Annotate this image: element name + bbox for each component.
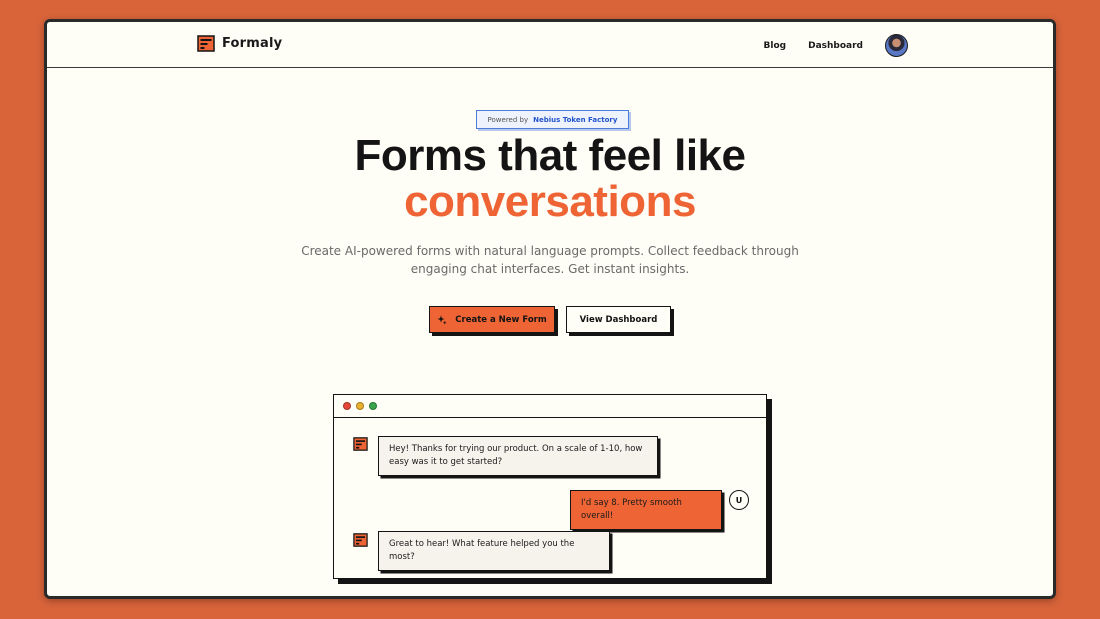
bot-avatar-icon [353, 533, 368, 547]
view-dashboard-button[interactable]: View Dashboard [566, 306, 671, 333]
hero-title: Forms that feel like conversations [47, 133, 1053, 225]
hero-subtitle: Create AI-powered forms with natural lan… [301, 244, 799, 276]
chat-preview-window: Hey! Thanks for trying our product. On a… [333, 394, 767, 579]
bot-avatar-icon [353, 437, 368, 451]
sparkle-icon [437, 315, 447, 325]
view-dashboard-label: View Dashboard [579, 314, 658, 325]
create-new-form-button[interactable]: Create a New Form [429, 306, 555, 333]
navbar: Formaly Blog Dashboard [47, 22, 1053, 68]
chat-titlebar [334, 395, 766, 418]
browser-window: Formaly Blog Dashboard Powered by Nebius… [44, 19, 1056, 599]
nav-link-blog[interactable]: Blog [764, 41, 787, 51]
chat-bubble-bot: Great to hear! What feature helped you t… [378, 531, 610, 571]
chat-message-text: Hey! Thanks for trying our product. On a… [389, 444, 643, 467]
chat-message-text: Great to hear! What feature helped you t… [389, 539, 575, 562]
brand[interactable]: Formaly [197, 35, 282, 52]
nav-link-dashboard[interactable]: Dashboard [808, 41, 863, 51]
chat-bubble-user: I'd say 8. Pretty smooth overall! [570, 490, 722, 530]
chat-user-avatar: U [729, 490, 749, 510]
window-close-dot [343, 402, 351, 410]
window-minimize-dot [356, 402, 364, 410]
window-maximize-dot [369, 402, 377, 410]
hero-title-accent: conversations [404, 177, 696, 226]
nav-links: Blog Dashboard [764, 34, 908, 57]
user-avatar[interactable] [885, 34, 908, 57]
chat-message-text: I'd say 8. Pretty smooth overall! [581, 498, 682, 521]
powered-by-badge: Powered by Nebius Token Factory [476, 110, 629, 129]
hero-title-line1: Forms that feel like [354, 131, 746, 180]
badge-prefix: Powered by [487, 115, 529, 124]
create-new-form-label: Create a New Form [455, 314, 547, 325]
chat-bubble-bot: Hey! Thanks for trying our product. On a… [378, 436, 658, 476]
formaly-logo-icon [197, 35, 215, 52]
brand-name: Formaly [222, 36, 283, 51]
badge-provider-name: Nebius Token Factory [533, 115, 618, 124]
